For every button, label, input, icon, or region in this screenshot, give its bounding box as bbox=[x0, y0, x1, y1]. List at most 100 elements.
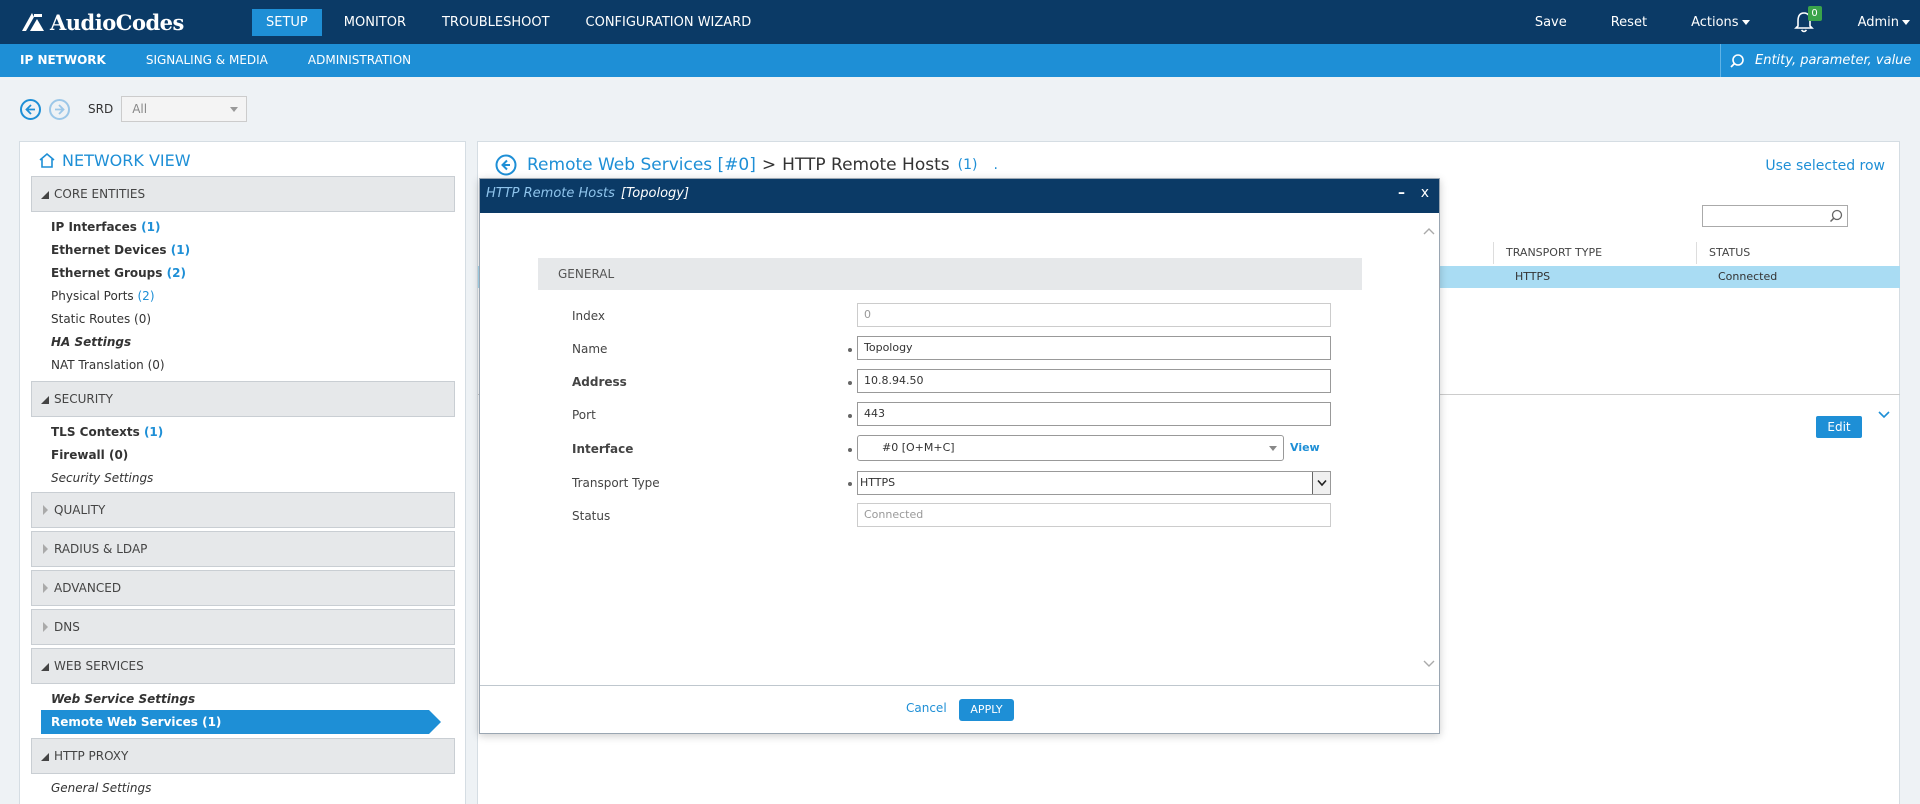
status-label: Status bbox=[572, 509, 611, 523]
scroll-up-icon[interactable] bbox=[1423, 227, 1435, 237]
port-label: Port bbox=[572, 408, 596, 422]
port-field[interactable]: 443 bbox=[857, 402, 1331, 426]
reset-button[interactable]: Reset bbox=[1611, 15, 1647, 30]
search-placeholder: Entity, parameter, value bbox=[1755, 53, 1912, 68]
required-bullet bbox=[848, 414, 852, 418]
nav-security-settings[interactable]: Security Settings bbox=[51, 468, 153, 488]
interface-select[interactable]: #0 [O+M+C] bbox=[857, 435, 1284, 461]
nav-ethernet-devices[interactable]: Ethernet Devices (1) bbox=[51, 240, 190, 260]
breadcrumb-separator: > bbox=[761, 155, 777, 175]
name-field[interactable]: Topology bbox=[857, 336, 1331, 360]
cell-status: Connected bbox=[1718, 270, 1778, 283]
section-core-entities[interactable]: CORE ENTITIES bbox=[31, 176, 455, 212]
nav-remote-web-services[interactable]: Remote Web Services (1) bbox=[41, 710, 441, 734]
back-circle-icon[interactable] bbox=[495, 154, 517, 176]
chevron-down-icon[interactable] bbox=[1878, 410, 1890, 420]
section-advanced[interactable]: ADVANCED bbox=[31, 570, 455, 606]
item-count: (2) bbox=[166, 266, 186, 280]
section-label: RADIUS & LDAP bbox=[54, 542, 148, 556]
subnav-ip-network[interactable]: IP NETWORK bbox=[0, 44, 126, 77]
name-label: Name bbox=[572, 342, 608, 356]
apply-button[interactable]: APPLY bbox=[959, 699, 1014, 721]
section-quality[interactable]: QUALITY bbox=[31, 492, 455, 528]
nav-troubleshoot[interactable]: TROUBLESHOOT bbox=[428, 9, 564, 36]
back-button[interactable] bbox=[20, 98, 41, 120]
address-field[interactable]: 10.8.94.50 bbox=[857, 369, 1331, 393]
dialog-title: HTTP Remote Hosts [Topology] bbox=[486, 186, 689, 201]
status-field: Connected bbox=[857, 503, 1331, 527]
brand-name: AudioCodes bbox=[50, 9, 184, 35]
minimize-button[interactable]: – bbox=[1398, 185, 1405, 201]
audiocodes-logo[interactable]: AudioCodes bbox=[20, 9, 184, 35]
breadcrumb-current: HTTP Remote Hosts bbox=[782, 155, 950, 175]
arrow-left-icon bbox=[25, 103, 35, 115]
network-view-title[interactable]: NETWORK VIEW bbox=[38, 151, 191, 170]
expanded-icon bbox=[41, 191, 49, 199]
srd-select[interactable]: All bbox=[121, 96, 248, 122]
section-label: DNS bbox=[54, 620, 80, 634]
use-selected-row-link[interactable]: Use selected row bbox=[1765, 158, 1885, 174]
cancel-button[interactable]: Cancel bbox=[906, 701, 947, 715]
table-search-input[interactable] bbox=[1702, 205, 1848, 227]
required-bullet bbox=[848, 348, 852, 352]
collapsed-icon bbox=[43, 622, 48, 632]
subnav-administration[interactable]: ADMINISTRATION bbox=[288, 44, 431, 77]
nav-ha-settings[interactable]: HA Settings bbox=[51, 332, 131, 352]
subnav-signaling-media[interactable]: SIGNALING & MEDIA bbox=[126, 44, 288, 77]
section-radius-ldap[interactable]: RADIUS & LDAP bbox=[31, 531, 455, 567]
search-icon bbox=[1730, 53, 1744, 68]
item-count: (1) bbox=[143, 425, 164, 439]
item-label: IP Interfaces bbox=[51, 220, 137, 234]
item-label: Ethernet Groups bbox=[51, 266, 163, 280]
nav-nat-translation[interactable]: NAT Translation (0) bbox=[51, 355, 165, 375]
transport-type-select[interactable]: HTTPS bbox=[857, 471, 1331, 495]
close-button[interactable]: x bbox=[1421, 185, 1429, 201]
chevron-down-icon bbox=[1741, 19, 1750, 25]
section-http-proxy[interactable]: HTTP PROXY bbox=[31, 738, 455, 774]
section-security[interactable]: SECURITY bbox=[31, 381, 455, 417]
global-search[interactable]: Entity, parameter, value bbox=[1720, 44, 1920, 77]
save-button[interactable]: Save bbox=[1535, 15, 1567, 30]
index-field: 0 bbox=[857, 303, 1331, 327]
nav-tls-contexts[interactable]: TLS Contexts (1) bbox=[51, 422, 163, 442]
scroll-down-icon[interactable] bbox=[1423, 659, 1435, 669]
address-label: Address bbox=[572, 375, 627, 389]
item-count: (1) bbox=[170, 243, 191, 257]
nav-physical-ports[interactable]: Physical Ports (2) bbox=[51, 286, 155, 306]
index-label: Index bbox=[572, 309, 606, 323]
interface-view-link[interactable]: View bbox=[1290, 441, 1320, 454]
nav-ip-interfaces[interactable]: IP Interfaces (1) bbox=[51, 217, 160, 237]
notification-badge: 0 bbox=[1807, 6, 1822, 21]
collapsed-icon bbox=[43, 505, 48, 515]
required-bullet bbox=[848, 381, 852, 385]
actions-menu[interactable]: Actions bbox=[1691, 15, 1750, 30]
nav-firewall[interactable]: Firewall (0) bbox=[51, 445, 128, 465]
section-label: SECURITY bbox=[54, 392, 113, 406]
nav-configuration-wizard[interactable]: CONFIGURATION WIZARD bbox=[572, 9, 766, 36]
column-header-transport-type[interactable]: TRANSPORT TYPE bbox=[1493, 242, 1693, 264]
nav-monitor[interactable]: MONITOR bbox=[330, 9, 420, 36]
notifications-button[interactable]: 0 bbox=[1793, 6, 1822, 33]
edit-button[interactable]: Edit bbox=[1816, 416, 1862, 438]
item-label: Physical Ports bbox=[51, 289, 134, 303]
srd-label: SRD bbox=[88, 102, 114, 116]
column-header-status[interactable]: STATUS bbox=[1696, 242, 1901, 264]
nav-web-service-settings[interactable]: Web Service Settings bbox=[51, 689, 195, 709]
section-web-services[interactable]: WEB SERVICES bbox=[31, 648, 455, 684]
nav-setup[interactable]: SETUP bbox=[252, 9, 322, 36]
top-bar: AudioCodes SETUP MONITOR TROUBLESHOOT CO… bbox=[0, 0, 1920, 44]
user-menu[interactable]: Admin bbox=[1858, 15, 1910, 30]
nav-general-settings[interactable]: General Settings bbox=[51, 778, 151, 798]
transport-type-label: Transport Type bbox=[572, 476, 660, 490]
section-label: CORE ENTITIES bbox=[54, 187, 146, 201]
interface-label: Interface bbox=[572, 442, 634, 456]
chevron-down-icon bbox=[1902, 19, 1910, 25]
top-actions: Save Reset Actions 0 Admin bbox=[1535, 0, 1920, 44]
network-view-label: NETWORK VIEW bbox=[62, 151, 191, 170]
forward-button[interactable] bbox=[49, 98, 70, 120]
expanded-icon bbox=[41, 753, 49, 761]
nav-static-routes[interactable]: Static Routes (0) bbox=[51, 309, 151, 329]
nav-ethernet-groups[interactable]: Ethernet Groups (2) bbox=[51, 263, 186, 283]
section-dns[interactable]: DNS bbox=[31, 609, 455, 645]
breadcrumb-remote-web-services[interactable]: Remote Web Services [#0] bbox=[527, 155, 756, 175]
